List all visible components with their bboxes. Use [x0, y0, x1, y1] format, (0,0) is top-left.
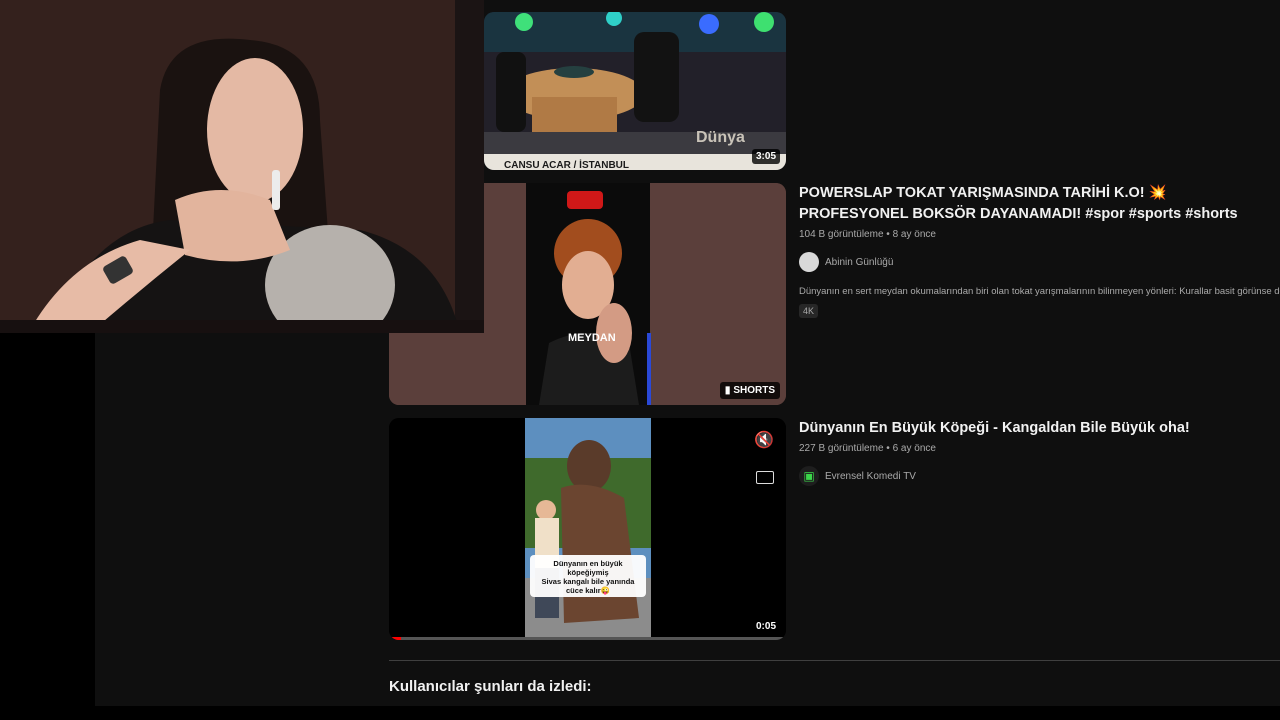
- video-thumbnail[interactable]: Dünya CANSU ACAR / İSTANBUL 3:05: [484, 12, 786, 170]
- video-duration: 0:05: [751, 619, 780, 634]
- thumbnail-image: Dünya CANSU ACAR / İSTANBUL: [484, 12, 786, 170]
- channel-avatar[interactable]: ▣: [799, 466, 819, 486]
- channel-name[interactable]: Evrensel Komedi TV: [825, 471, 916, 482]
- svg-text:Sivas kangalı bile yanında: Sivas kangalı bile yanında: [542, 577, 636, 586]
- video-duration: 3:05: [751, 149, 780, 164]
- upload-age: 8 ay önce: [892, 229, 936, 240]
- mute-icon[interactable]: 🔇: [754, 430, 774, 450]
- captions-icon[interactable]: [756, 471, 774, 484]
- svg-text:cüce kalır😜: cüce kalır😜: [566, 586, 610, 595]
- video-info: Dünyanın En Büyük Köpeği - Kangaldan Bil…: [799, 418, 1280, 486]
- view-count: 104 B görüntüleme: [799, 229, 884, 240]
- quality-badge: 4K: [799, 304, 819, 318]
- shorts-badge: ▮ SHORTS: [719, 382, 780, 399]
- thumbnail-text: MEYDAN: [568, 332, 616, 344]
- webcam-overlay: [0, 0, 484, 333]
- video-meta: 227 B görüntüleme • 6 ay önce: [799, 443, 936, 454]
- video-title[interactable]: Dünyanın En Büyük Köpeği - Kangaldan Bil…: [799, 418, 1280, 439]
- video-description: Dünyanın en sert meydan okumalarından bi…: [799, 286, 1280, 297]
- webcam-image: [0, 0, 484, 333]
- channel-avatar[interactable]: [799, 252, 819, 272]
- video-player-preview[interactable]: Dünyanın en büyük köpeğiymiş Sivas kanga…: [389, 418, 786, 640]
- channel-row[interactable]: Abinin Günlüğü: [799, 252, 1280, 272]
- channel-name[interactable]: Abinin Günlüğü: [825, 257, 893, 268]
- video-info: POWERSLAP TOKAT YARIŞMASINDA TARİHİ K.O!…: [799, 183, 1280, 319]
- video-title[interactable]: POWERSLAP TOKAT YARIŞMASINDA TARİHİ K.O!…: [799, 183, 1280, 225]
- thumbnail-image: Dünyanın en büyük köpeğiymiş Sivas kanga…: [389, 418, 786, 640]
- shorts-icon: ▮: [724, 385, 731, 396]
- shorts-label: SHORTS: [733, 385, 775, 396]
- svg-text:Dünya: Dünya: [696, 129, 745, 146]
- section-divider: [389, 660, 1280, 661]
- video-meta: 104 B görüntüleme • 8 ay önce: [799, 229, 936, 240]
- upload-age: 6 ay önce: [892, 443, 936, 454]
- svg-text:Dünyanın en büyük: Dünyanın en büyük: [553, 559, 623, 568]
- svg-text:köpeğiymiş: köpeğiymiş: [567, 568, 608, 577]
- thumbnail-caption: CANSU ACAR / İSTANBUL: [504, 158, 629, 170]
- section-heading: Kullanıcılar şunları da izledi:: [389, 678, 592, 695]
- channel-row[interactable]: ▣ Evrensel Komedi TV: [799, 466, 1280, 486]
- view-count: 227 B görüntüleme: [799, 443, 884, 454]
